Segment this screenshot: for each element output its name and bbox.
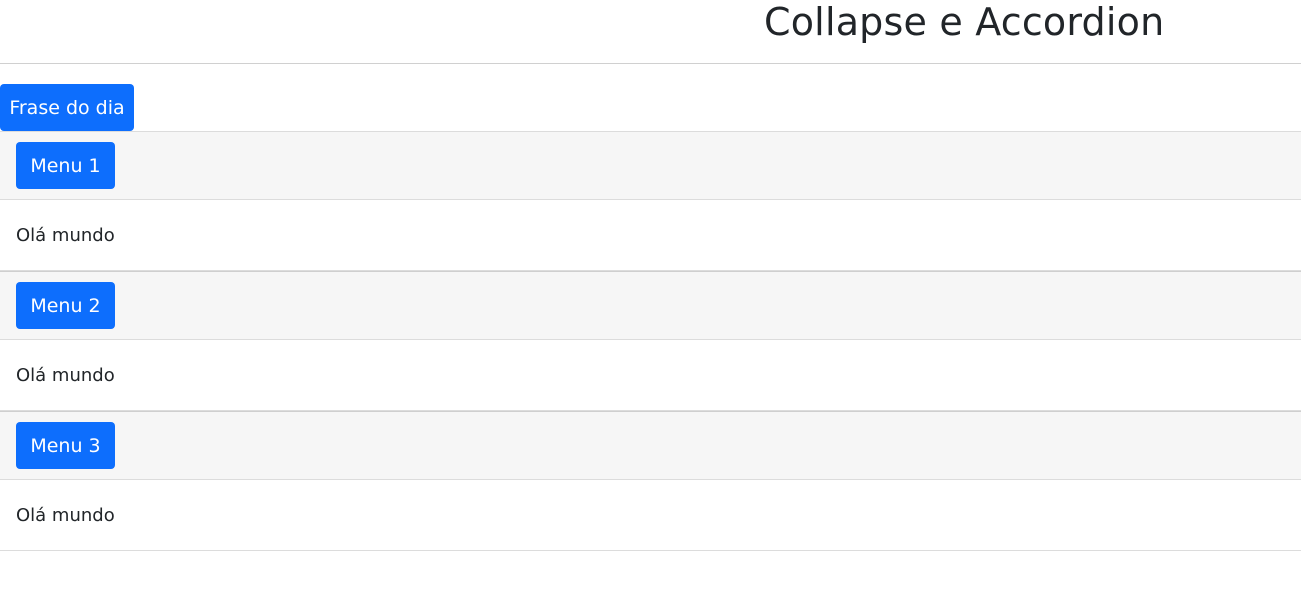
menu-2-button[interactable]: Menu 2 bbox=[16, 282, 115, 329]
accordion-header-3: Menu 3 bbox=[0, 412, 1301, 480]
accordion-header-2: Menu 2 bbox=[0, 272, 1301, 340]
page-title: Collapse e Accordion bbox=[764, 0, 1165, 44]
accordion-header-1: Menu 1 bbox=[0, 132, 1301, 200]
accordion-body-3: Olá mundo bbox=[0, 480, 1301, 551]
accordion-body-1: Olá mundo bbox=[0, 200, 1301, 271]
menu-1-button[interactable]: Menu 1 bbox=[16, 142, 115, 189]
accordion-item-3: Menu 3 Olá mundo bbox=[0, 411, 1301, 551]
accordion-body-2: Olá mundo bbox=[0, 340, 1301, 411]
accordion-body-text: Olá mundo bbox=[16, 364, 115, 386]
accordion-body-text: Olá mundo bbox=[16, 504, 115, 526]
accordion-item-2: Menu 2 Olá mundo bbox=[0, 271, 1301, 411]
phrase-of-the-day-button[interactable]: Frase do dia bbox=[0, 84, 134, 131]
accordion: Menu 1 Olá mundo Menu 2 Olá mundo Menu 3… bbox=[0, 131, 1301, 551]
page-header: Collapse e Accordion bbox=[0, 0, 1301, 64]
accordion-item-1: Menu 1 Olá mundo bbox=[0, 131, 1301, 271]
menu-3-button[interactable]: Menu 3 bbox=[16, 422, 115, 469]
accordion-body-text: Olá mundo bbox=[16, 224, 115, 246]
phrase-row: Frase do dia bbox=[0, 64, 1301, 131]
